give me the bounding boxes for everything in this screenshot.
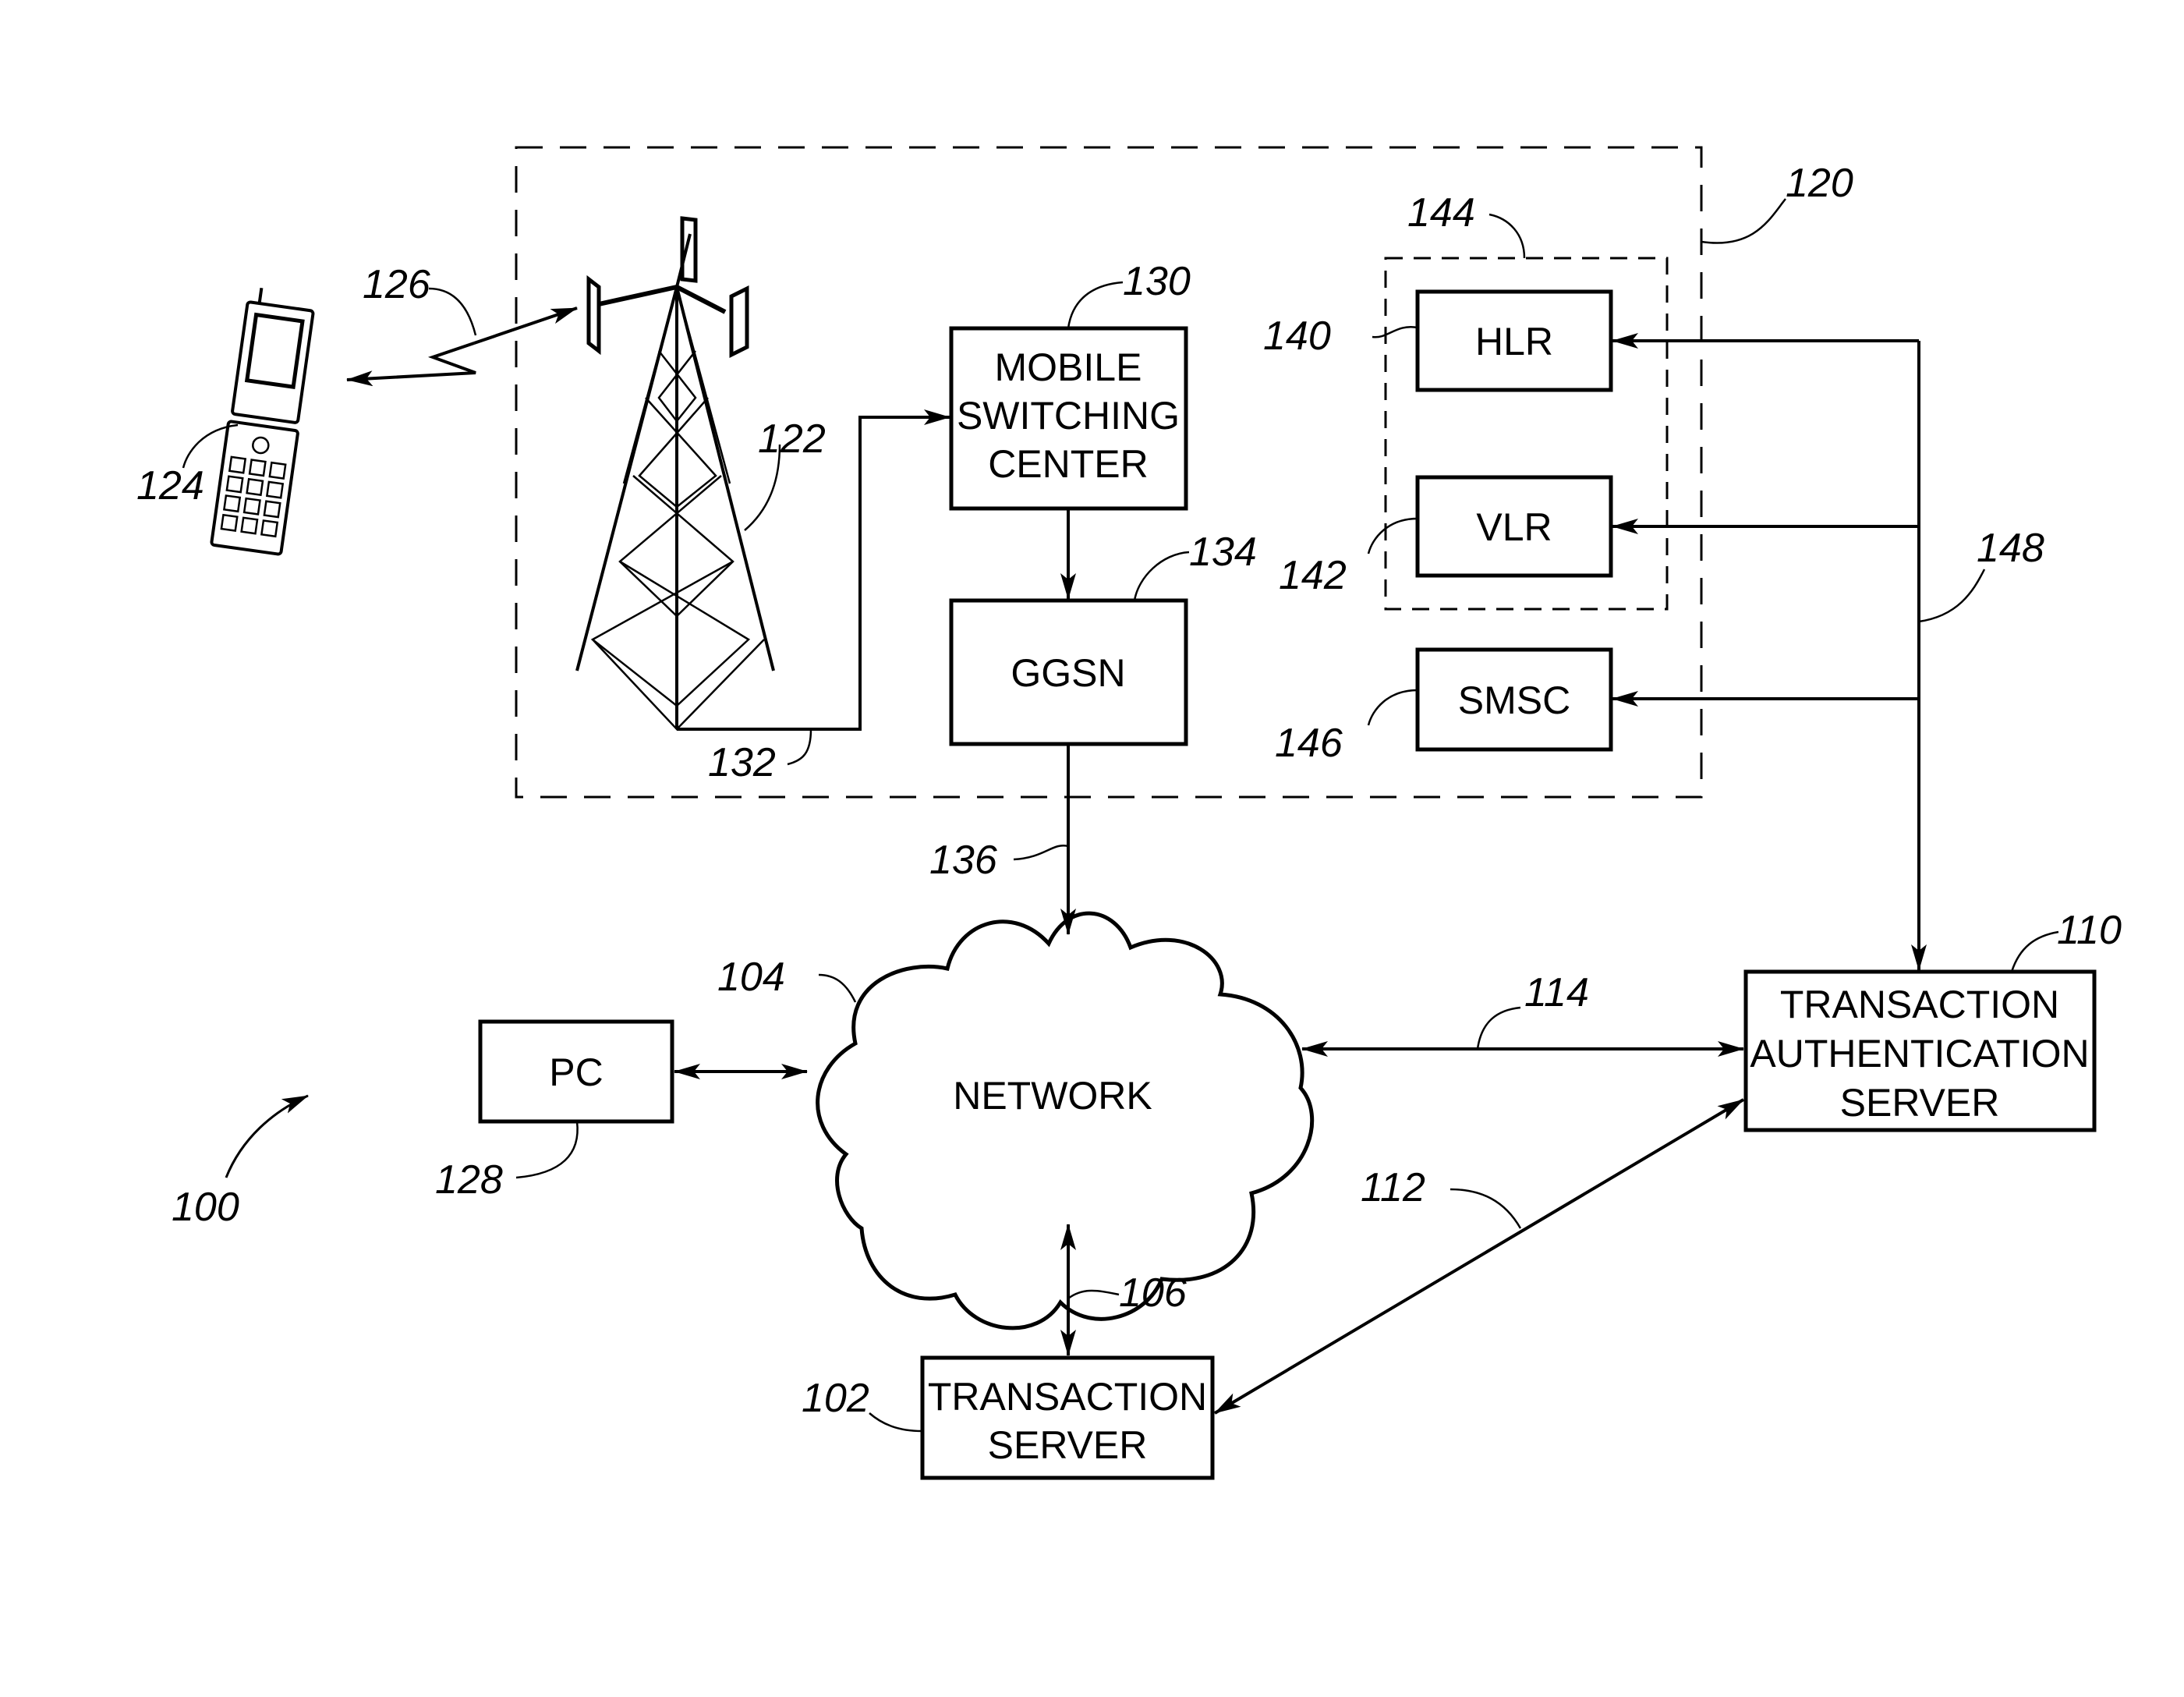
ref-136: 136 <box>929 838 997 883</box>
ref-122: 122 <box>758 416 826 462</box>
leader-144 <box>1488 213 1526 259</box>
ref-104: 104 <box>717 955 785 1000</box>
tower-msc-link <box>677 409 950 731</box>
hlr-label: HLR <box>1475 320 1553 363</box>
leader-126 <box>428 287 477 336</box>
ref-144: 144 <box>1407 190 1475 236</box>
wireless-link-to-tower <box>473 306 578 345</box>
ggsn-label: GGSN <box>1011 651 1125 695</box>
ref-110: 110 <box>2057 908 2122 953</box>
ref-102: 102 <box>802 1376 869 1421</box>
leader-134 <box>1133 551 1190 601</box>
leader-106 <box>1067 1289 1120 1300</box>
ref-124: 124 <box>136 463 204 508</box>
ref-134: 134 <box>1189 530 1257 575</box>
ref-148: 148 <box>1977 526 2044 571</box>
figure-pointer-arrow <box>225 1094 309 1178</box>
leader-130 <box>1067 281 1124 329</box>
ref-100: 100 <box>172 1185 239 1230</box>
ref-112: 112 <box>1361 1165 1425 1210</box>
msc-label-line3: CENTER <box>988 442 1149 486</box>
ref-146: 146 <box>1275 721 1343 766</box>
transaction-server-label-line1: TRANSACTION <box>928 1375 1207 1419</box>
network-cloud <box>816 911 1315 1330</box>
mobile-phone-icon <box>210 287 315 556</box>
ref-140: 140 <box>1263 314 1331 359</box>
leader-124 <box>182 423 239 469</box>
pc-label: PC <box>549 1050 603 1094</box>
ref-128: 128 <box>435 1157 503 1203</box>
auth-server-label-line3: SERVER <box>1840 1081 2000 1125</box>
diagram-canvas: 120 144 122 124 126 132 MOBILE SWITCHING… <box>136 146 2122 1480</box>
ref-132: 132 <box>708 740 776 785</box>
msc-label-line1: MOBILE <box>995 345 1142 389</box>
leader-146 <box>1367 689 1418 726</box>
ref-126: 126 <box>363 262 430 307</box>
ref-114: 114 <box>1524 970 1589 1015</box>
leader-128 <box>515 1121 579 1179</box>
ref-130: 130 <box>1123 259 1191 304</box>
leader-114 <box>1476 1006 1521 1050</box>
ref-120: 120 <box>1786 161 1853 206</box>
leader-136 <box>1013 844 1069 861</box>
network-label: NETWORK <box>953 1074 1152 1118</box>
smsc-label: SMSC <box>1458 678 1570 722</box>
auth-server-label-line2: AUTHENTICATION <box>1750 1032 2089 1075</box>
leader-104 <box>818 973 857 1003</box>
leader-142 <box>1367 517 1418 554</box>
ref-142: 142 <box>1279 553 1347 598</box>
leader-148 <box>1918 569 1986 623</box>
leader-102 <box>869 1412 923 1433</box>
server-auth-link <box>1213 1098 1745 1415</box>
vlr-label: VLR <box>1476 505 1552 549</box>
ref-106: 106 <box>1119 1270 1187 1316</box>
leader-112 <box>1450 1188 1522 1229</box>
msc-label-line2: SWITCHING <box>957 394 1180 438</box>
auth-server-label-line1: TRANSACTION <box>1780 983 2059 1026</box>
leader-120 <box>1701 198 1786 244</box>
transaction-server-label-line2: SERVER <box>988 1423 1148 1467</box>
leader-140 <box>1372 325 1418 338</box>
wireless-link-to-phone <box>346 342 476 387</box>
leader-110 <box>2010 930 2059 972</box>
cell-tower-icon <box>575 216 775 731</box>
leader-132 <box>787 728 812 766</box>
